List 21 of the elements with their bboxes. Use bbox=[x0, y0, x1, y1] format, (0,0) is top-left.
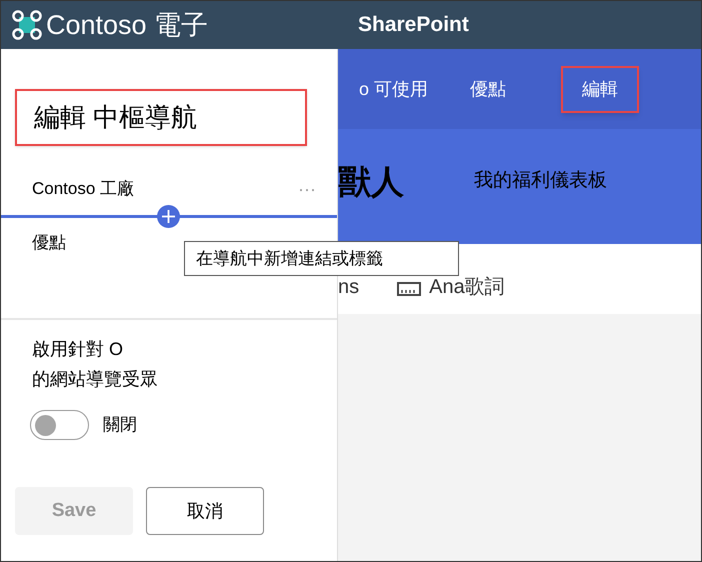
quick-link[interactable]: ns bbox=[338, 276, 360, 298]
nav-item[interactable]: Contoso 工廠 bbox=[32, 176, 134, 202]
nav-item[interactable]: 優點 bbox=[32, 230, 66, 256]
cancel-button[interactable]: 取消 bbox=[146, 487, 264, 535]
audience-label: 的網站導覽受眾 bbox=[32, 368, 159, 391]
hero-title: 獸人 bbox=[338, 162, 404, 202]
keyboard-icon bbox=[397, 280, 422, 296]
toggle-switch[interactable] bbox=[30, 410, 89, 440]
hero-link[interactable]: 我的福利儀表板 bbox=[474, 167, 607, 196]
panel-title: 編輯 中樞導航 bbox=[34, 101, 198, 134]
site-brand[interactable]: Contoso 電子 bbox=[46, 4, 208, 46]
app-title[interactable]: SharePoint bbox=[358, 9, 469, 41]
site-nav-link[interactable]: 編輯 bbox=[561, 66, 640, 112]
site-nav-link[interactable]: o 可使用 bbox=[338, 66, 450, 112]
logo-icon bbox=[12, 10, 42, 40]
toggle-label: 關閉 bbox=[103, 414, 137, 436]
audience-label: 啟用針對 O bbox=[32, 338, 124, 361]
site-nav-link[interactable]: 優點 bbox=[449, 66, 528, 112]
quick-link[interactable]: Ana歌詞 bbox=[429, 276, 505, 298]
add-icon[interactable] bbox=[157, 205, 180, 228]
tooltip: 在導航中新增連結或標籤 bbox=[184, 241, 459, 276]
